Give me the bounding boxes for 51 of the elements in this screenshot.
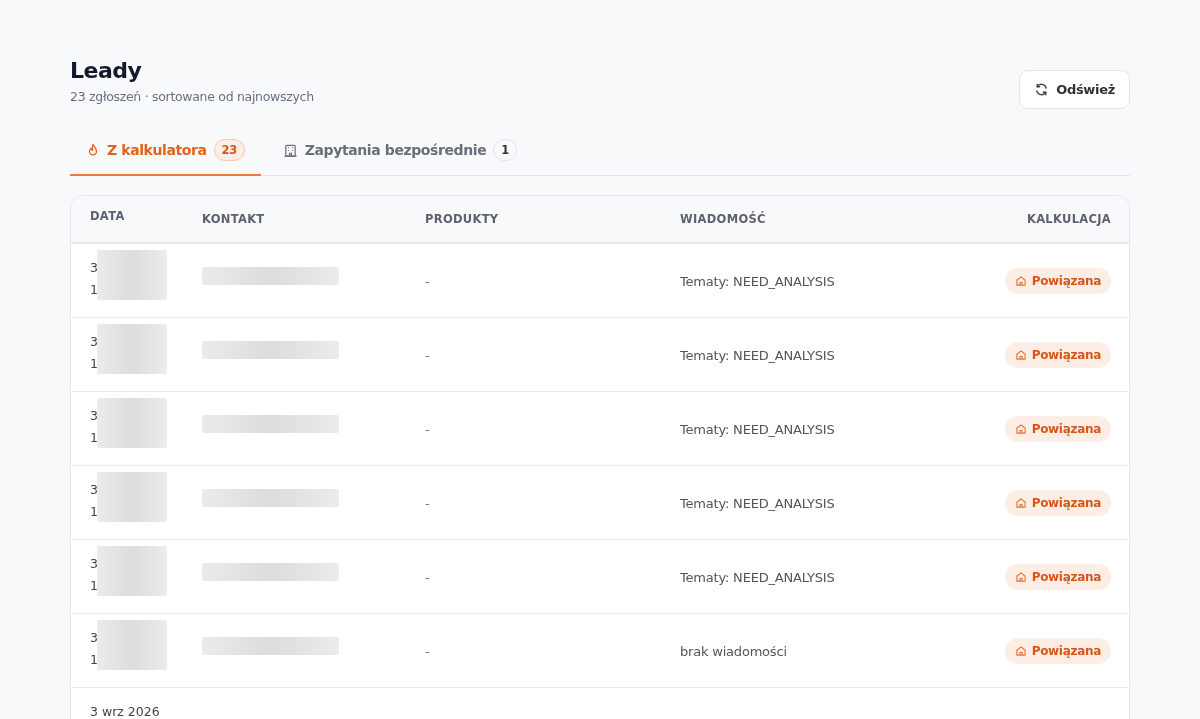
message-text: Tematy: NEED_ANALYSIS (680, 274, 835, 289)
products-text: - (425, 496, 430, 511)
linked-badge: Powiązana (1004, 341, 1111, 368)
refresh-icon (1034, 82, 1050, 97)
date-text: 3 (90, 407, 99, 425)
products-text: - (425, 274, 430, 289)
flame-icon (86, 143, 100, 157)
date-text: 3 wrz 2026 (90, 703, 161, 719)
linked-badge: Powiązana (1004, 637, 1111, 664)
page-subtitle: 23 zgłoszeń · sortowane od najnowszych (70, 89, 314, 104)
column-header: DATA (89, 208, 126, 223)
linked-badge: Powiązana (1004, 489, 1111, 516)
date-text: 1 (90, 355, 99, 373)
products-text: - (425, 644, 430, 659)
products-text: - (425, 570, 430, 585)
date-text: 3 (90, 259, 99, 277)
date-text: 3 (90, 629, 99, 647)
products-text: - (425, 422, 430, 437)
date-text: 3 (90, 555, 99, 573)
message-text: brak wiadomości (680, 644, 787, 659)
date-text: 3 (90, 333, 99, 351)
page-title: Leady (70, 58, 143, 83)
message-text: Tematy: NEED_ANALYSIS (680, 422, 835, 437)
date-text: 3 (90, 481, 99, 499)
home-icon (1014, 644, 1027, 657)
refresh-button[interactable]: Odśwież (1019, 70, 1130, 109)
linked-badge: Powiązana (1004, 267, 1111, 294)
linked-badge: Powiązana (1004, 415, 1111, 442)
column-header: WIADOMOŚĆ (680, 212, 767, 226)
column-header: KALKULACJA (1025, 212, 1112, 226)
home-icon (1014, 496, 1027, 509)
column-header: KONTAKT (202, 212, 266, 226)
tab[interactable]: Zapytania bezpośrednie 1 (266, 131, 533, 176)
date-text: 1 (90, 429, 99, 447)
linked-badge: Powiązana (1004, 563, 1111, 590)
date-text: 1 (90, 503, 99, 521)
home-icon (1014, 348, 1027, 361)
message-text: Tematy: NEED_ANALYSIS (680, 348, 835, 363)
home-icon (1014, 274, 1027, 287)
message-text: Tematy: NEED_ANALYSIS (680, 570, 835, 585)
building-icon (282, 142, 298, 158)
date-text: 1 (90, 281, 99, 299)
tab[interactable]: Z kalkulatora 23 (70, 131, 261, 176)
column-header: PRODUKTY (425, 212, 500, 226)
message-text: Tematy: NEED_ANALYSIS (680, 496, 835, 511)
count-badge: 23 (213, 139, 245, 161)
date-text: 1 (90, 651, 99, 669)
products-text: - (425, 348, 430, 363)
date-text: 1 (90, 577, 99, 595)
home-icon (1014, 570, 1027, 583)
home-icon (1014, 422, 1027, 435)
